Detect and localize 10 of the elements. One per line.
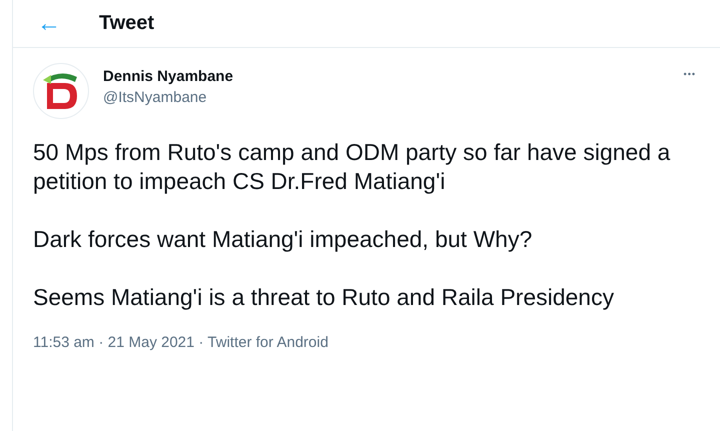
page-title: Tweet	[99, 12, 154, 35]
tweet-timestamp[interactable]: 11:53 am · 21 May 2021 · Twitter for Android	[33, 334, 720, 351]
back-button[interactable]: ←	[37, 12, 99, 36]
tweet-text: Dark forces want Matiang'i impeached, but Why?	[33, 225, 534, 254]
author-name[interactable]: Dennis Nyambane	[103, 68, 234, 85]
tweet-text: Seems Matiang'i is a threat to Ruto and Raila Presidency	[33, 283, 615, 312]
author-handle[interactable]: @ItsNyambane	[103, 89, 234, 106]
more-button[interactable]: •••	[684, 69, 696, 79]
tweet-text: 50 Mps from Ruto's camp and ODM party so far have signed a petition to impeach CS Dr.Fred Matiang'i	[33, 138, 672, 196]
avatar-logo-icon[interactable]	[33, 63, 89, 119]
